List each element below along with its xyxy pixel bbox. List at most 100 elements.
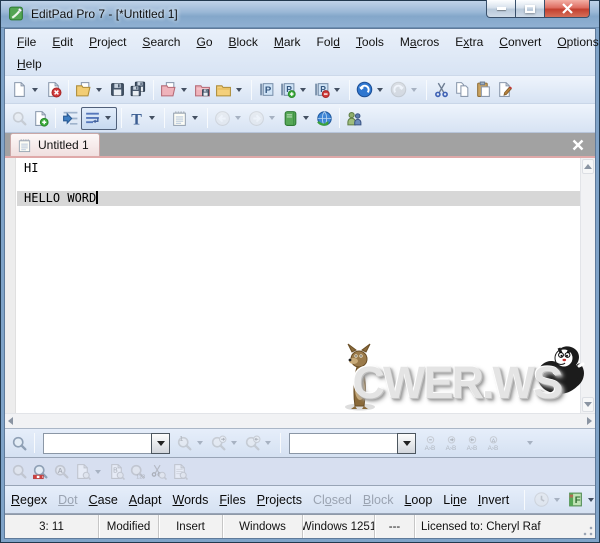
dropdown-arrow-icon[interactable] xyxy=(192,116,198,120)
dropdown-arrow-icon[interactable] xyxy=(181,88,187,92)
menu-item-extra[interactable]: Extra xyxy=(447,33,491,51)
history-button[interactable] xyxy=(531,489,565,510)
option-invert[interactable]: Invert xyxy=(478,493,509,507)
menu-item-go[interactable]: Go xyxy=(188,33,220,51)
dropdown-arrow-icon[interactable] xyxy=(265,441,271,445)
search-123-button[interactable]: 123 xyxy=(127,461,148,482)
menu-item-macros[interactable]: Macros xyxy=(392,33,447,51)
menu-item-edit[interactable]: Edit xyxy=(44,33,81,51)
book-f-button[interactable]: F xyxy=(565,489,599,510)
clipboard-editor-button[interactable] xyxy=(494,79,515,100)
option-loop[interactable]: Loop xyxy=(404,493,432,507)
paste-button[interactable] xyxy=(473,79,494,100)
replace-next-button[interactable]: A›B xyxy=(441,433,462,454)
project-panel-button[interactable]: P xyxy=(256,79,277,100)
editor-line[interactable]: HI xyxy=(17,161,580,176)
dropdown-arrow-icon[interactable] xyxy=(527,441,533,445)
menu-item-mark[interactable]: Mark xyxy=(266,33,309,51)
dropdown-arrow-icon[interactable] xyxy=(231,441,237,445)
option-block[interactable]: Block xyxy=(363,493,394,507)
scroll-up-button[interactable] xyxy=(582,159,594,174)
redo-button[interactable] xyxy=(388,79,422,100)
search-preview-button[interactable] xyxy=(169,461,190,482)
option-files[interactable]: Files xyxy=(219,493,245,507)
menu-item-file[interactable]: File xyxy=(9,33,44,51)
replace-combo-dropdown[interactable] xyxy=(397,433,416,454)
project-close-button[interactable]: P xyxy=(311,79,345,100)
option-words[interactable]: Words xyxy=(172,493,208,507)
replace-term-combo[interactable] xyxy=(289,433,416,454)
option-line[interactable]: Line xyxy=(443,493,467,507)
save-all-button[interactable] xyxy=(128,79,149,100)
undo-button[interactable] xyxy=(354,79,388,100)
dropdown-arrow-icon[interactable] xyxy=(303,116,309,120)
dropdown-arrow-icon[interactable] xyxy=(377,88,383,92)
copy-button[interactable] xyxy=(452,79,473,100)
menu-item-project[interactable]: Project xyxy=(81,33,134,51)
dropdown-arrow-icon[interactable] xyxy=(411,88,417,92)
save-file-button[interactable] xyxy=(107,79,128,100)
replace-input[interactable] xyxy=(289,433,397,454)
find-first-button[interactable]: 1 xyxy=(174,433,208,454)
option-dot[interactable]: Dot xyxy=(58,493,77,507)
project-add-button[interactable]: P xyxy=(277,79,311,100)
editor-text[interactable]: HI HELLO WORD xyxy=(17,161,580,206)
word-wrap-button[interactable] xyxy=(81,107,117,130)
save-project-button[interactable] xyxy=(192,79,213,100)
dropdown-arrow-icon[interactable] xyxy=(197,441,203,445)
search-input[interactable] xyxy=(43,433,151,454)
open-folder-button[interactable] xyxy=(213,79,247,100)
search-button[interactable] xyxy=(9,433,30,454)
editor-area[interactable]: HIHELLO WORD CWER.WS xyxy=(5,158,595,413)
vertical-scrollbar[interactable] xyxy=(580,158,595,413)
dropdown-arrow-icon[interactable] xyxy=(334,88,340,92)
maximize-button[interactable] xyxy=(515,0,545,18)
replace-previous-button[interactable]: A›B xyxy=(462,433,483,454)
dropdown-arrow-icon[interactable] xyxy=(96,88,102,92)
search-cut-button[interactable] xyxy=(148,461,169,482)
dropdown-arrow-icon[interactable] xyxy=(300,88,306,92)
option-case[interactable]: Case xyxy=(89,493,118,507)
horizontal-scrollbar[interactable] xyxy=(5,413,595,429)
highlight-matches-button[interactable] xyxy=(30,461,51,482)
tab-untitled-1[interactable]: Untitled 1 xyxy=(10,133,100,156)
option-adapt[interactable]: Adapt xyxy=(129,493,162,507)
replace-current-button[interactable]: A›B xyxy=(420,433,441,454)
menu-item-options[interactable]: Options xyxy=(549,33,600,51)
option-regex[interactable]: Regex xyxy=(11,493,47,507)
dropdown-arrow-icon[interactable] xyxy=(236,88,242,92)
browser-button[interactable] xyxy=(314,108,335,129)
page-search-button[interactable] xyxy=(72,461,106,482)
dropdown-arrow-icon[interactable] xyxy=(235,116,241,120)
dropdown-arrow-icon[interactable] xyxy=(554,498,560,502)
option-projects[interactable]: Projects xyxy=(257,493,302,507)
search-a-button[interactable]: A xyxy=(51,461,72,482)
minimize-button[interactable] xyxy=(486,0,516,18)
editor-line[interactable]: HELLO WORD xyxy=(17,191,580,206)
notepad-button[interactable] xyxy=(169,108,203,129)
nav-back-button[interactable] xyxy=(212,108,246,129)
menu-item-tools[interactable]: Tools xyxy=(348,33,392,51)
menu-item-search[interactable]: Search xyxy=(134,33,188,51)
dropdown-arrow-icon[interactable] xyxy=(32,88,38,92)
close-file-button[interactable] xyxy=(43,79,64,100)
dropdown-arrow-icon[interactable] xyxy=(105,116,111,120)
search-dim-button[interactable] xyxy=(9,461,30,482)
close-tab-button[interactable] xyxy=(569,136,587,154)
dropdown-arrow-icon[interactable] xyxy=(588,498,594,502)
menu-item-convert[interactable]: Convert xyxy=(491,33,549,51)
scroll-down-button[interactable] xyxy=(582,397,594,412)
resize-grip[interactable] xyxy=(583,526,593,536)
dictionary-button[interactable] xyxy=(280,108,314,129)
menu-item-fold[interactable]: Fold xyxy=(309,33,348,51)
open-file-button[interactable] xyxy=(73,79,107,100)
find-previous-button[interactable] xyxy=(242,433,276,454)
replace-all-button[interactable]: A›BA xyxy=(483,433,504,454)
menu-item-block[interactable]: Block xyxy=(221,33,266,51)
find-next-button[interactable] xyxy=(208,433,242,454)
dropdown-arrow-icon[interactable] xyxy=(149,116,155,120)
nav-forward-button[interactable] xyxy=(246,108,280,129)
option-closed[interactable]: Closed xyxy=(313,493,352,507)
auto-indent-button[interactable] xyxy=(60,108,81,129)
cut-button[interactable] xyxy=(431,79,452,100)
